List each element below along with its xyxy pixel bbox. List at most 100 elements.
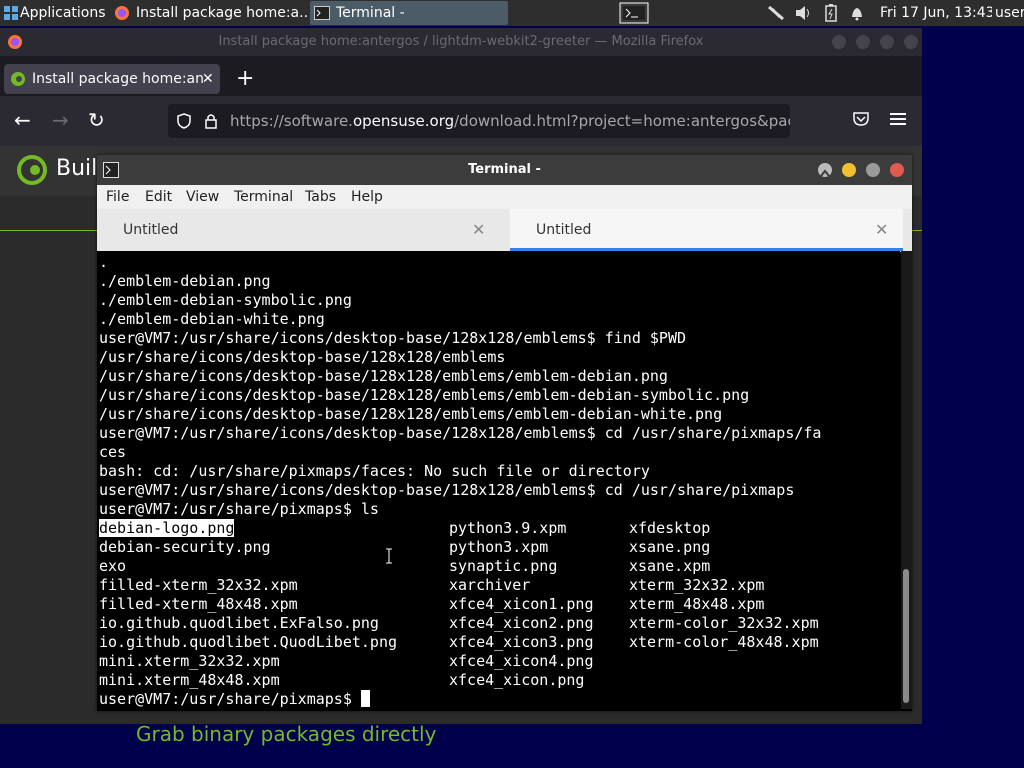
terminal-window-title: Terminal - [468,162,541,177]
volume-icon[interactable] [794,0,814,26]
tracking-shield-icon[interactable] [176,113,192,129]
firefox-icon [8,35,22,49]
terminal-tab-label: Untitled [123,222,179,238]
firefox-restore-button[interactable] [856,35,870,49]
ls-entry: xfce4_xicon1.png [449,595,594,613]
terminal-tab-label: Untitled [536,222,592,238]
network-icon[interactable] [766,0,786,26]
terminal-tabbar: Untitled ✕ Untitled ✕ [97,209,912,252]
terminal-line: ./emblem-debian.png [99,272,271,290]
ls-entry: io.github.quodlibet.ExFalso.png [99,614,379,632]
ls-entry: xfce4_xicon4.png [449,652,594,670]
ls-entry: xterm-color_48x48.xpm [629,633,819,651]
terminal-window: Terminal - File Edit View Terminal Tabs … [97,155,912,711]
firefox-close-button[interactable] [904,35,918,49]
notification-bell-icon[interactable] [848,0,866,26]
terminal-line: /usr/share/icons/desktop-base/128x128/em… [99,348,506,366]
terminal-up-arrow-button[interactable] [818,163,832,177]
taskbar-item-firefox[interactable]: Install package home:a... [110,1,308,25]
page-footer-text: Grab binary packages directly [136,722,437,746]
terminal-minimize-button[interactable] [842,163,856,177]
url-prefix: https://software. [230,112,353,130]
terminal-titlebar[interactable]: Terminal - [97,155,912,185]
forward-arrow-icon[interactable]: → [52,108,69,132]
url-host: opensuse.org [352,112,455,130]
ls-entry: mini.xterm_48x48.xpm [99,671,280,689]
terminal-output[interactable]: . ./emblem-debian.png ./emblem-debian-symb… [97,251,900,709]
ls-entry: xarchiver [449,576,531,594]
terminal-line: /usr/share/icons/desktop-base/128x128/em… [99,367,668,385]
taskbar-item-terminal[interactable]: Terminal - [310,1,508,25]
text-cursor [360,690,370,707]
ls-column: xfdesktop xsane.png xsane.xpm xterm_32x32.x… [629,519,819,652]
ls-column: python3.9.xpm python3.xpm synaptic.png xarc… [449,519,594,690]
back-arrow-icon[interactable]: ← [14,108,31,132]
menu-view[interactable]: View [186,185,219,209]
terminal-line: /usr/share/icons/desktop-base/128x128/em… [99,405,723,423]
ls-entry: xfce4_xicon2.png [449,614,594,632]
reload-icon[interactable]: ↻ [88,108,105,132]
applications-menu-button[interactable]: Applications [20,0,108,26]
firefox-tab-title: Install package home:an [32,71,205,87]
terminal-close-button[interactable] [890,163,904,177]
ls-entry: python3.xpm [449,538,549,556]
menu-file[interactable]: File [106,185,129,209]
shell-prompt: user@VM7:/usr/share/pixmaps$ [99,690,361,708]
terminal-lines: . ./emblem-debian.png ./emblem-debian-symb… [99,253,821,519]
terminal-icon [103,162,119,178]
firefox-icon [115,6,129,20]
clock[interactable]: Fri 17 Jun, 13:43 [880,0,992,26]
terminal-line: . [99,253,109,271]
taskbar-item-label: Install package home:a... [136,5,308,21]
close-tab-icon[interactable]: ✕ [202,64,214,94]
menu-help[interactable]: Help [351,185,383,209]
new-tab-plus-icon[interactable]: + [236,64,256,94]
ls-entry: xsane.png [629,538,711,556]
firefox-window-title: Install package home:antergos / lightdm-… [218,34,704,49]
terminal-menubar: File Edit View Terminal Tabs Help [97,185,912,209]
terminal-scrollbar[interactable] [901,251,912,709]
mouse-ibeam-cursor-icon [386,548,392,564]
battery-icon[interactable] [822,0,840,26]
ls-entry: xterm-color_32x32.xpm [629,614,819,632]
menu-tabs[interactable]: Tabs [305,185,336,209]
terminal-tab-1[interactable]: Untitled ✕ [97,209,500,251]
hamburger-menu-icon[interactable] [890,112,906,126]
lock-icon[interactable] [204,113,218,129]
terminal-maximize-button[interactable] [866,163,880,177]
scrollbar-thumb[interactable] [903,569,909,703]
url-bar[interactable]: https://software.opensuse.org/download.h… [168,104,790,138]
workspace-switcher[interactable] [618,0,650,26]
ls-entry: xfce4_xicon3.png [449,633,594,651]
ls-entry: xterm_48x48.xpm [629,595,765,613]
terminal-line: user@VM7:/usr/share/icons/desktop-base/1… [99,481,795,499]
ls-entry: exo [99,557,127,575]
ls-entry: xsane.xpm [629,557,711,575]
ls-entry: filled-xterm_32x32.xpm [99,576,298,594]
ls-entry: xfdesktop [629,519,711,537]
ls-entry: io.github.quodlibet.QuodLibet.png [99,633,398,651]
firefox-maximize-button[interactable] [880,35,894,49]
ls-entry: xfce4_xicon.png [449,671,585,689]
terminal-line: user@VM7:/usr/share/icons/desktop-base/1… [99,424,822,442]
menu-edit[interactable]: Edit [145,185,172,209]
firefox-minimize-button[interactable] [832,35,846,49]
ls-column: debian-logo.png debian-security.png exo fil… [99,519,397,690]
menu-terminal[interactable]: Terminal [234,185,293,209]
close-tab-icon[interactable]: ✕ [472,209,485,251]
applications-menu-icon[interactable] [3,0,19,26]
terminal-line: ces [99,443,127,461]
terminal-line: ./emblem-debian-white.png [99,310,325,328]
close-tab-icon[interactable]: ✕ [875,209,888,251]
opensuse-favicon [11,72,25,86]
terminal-tab-2[interactable]: Untitled ✕ [510,209,903,251]
firefox-tab-active[interactable]: Install package home:an ✕ [4,64,220,94]
pocket-icon[interactable] [852,111,870,127]
terminal-icon [314,6,330,20]
taskbar-item-label: Terminal - [336,5,405,21]
terminal-line: bash: cd: /usr/share/pixmaps/faces: No s… [99,462,650,480]
user-menu[interactable]: user [995,0,1024,26]
ls-entry: debian-logo.png [99,519,235,537]
ls-entry: python3.9.xpm [449,519,567,537]
top-panel: Applications Install package home:a... T… [0,0,1024,26]
